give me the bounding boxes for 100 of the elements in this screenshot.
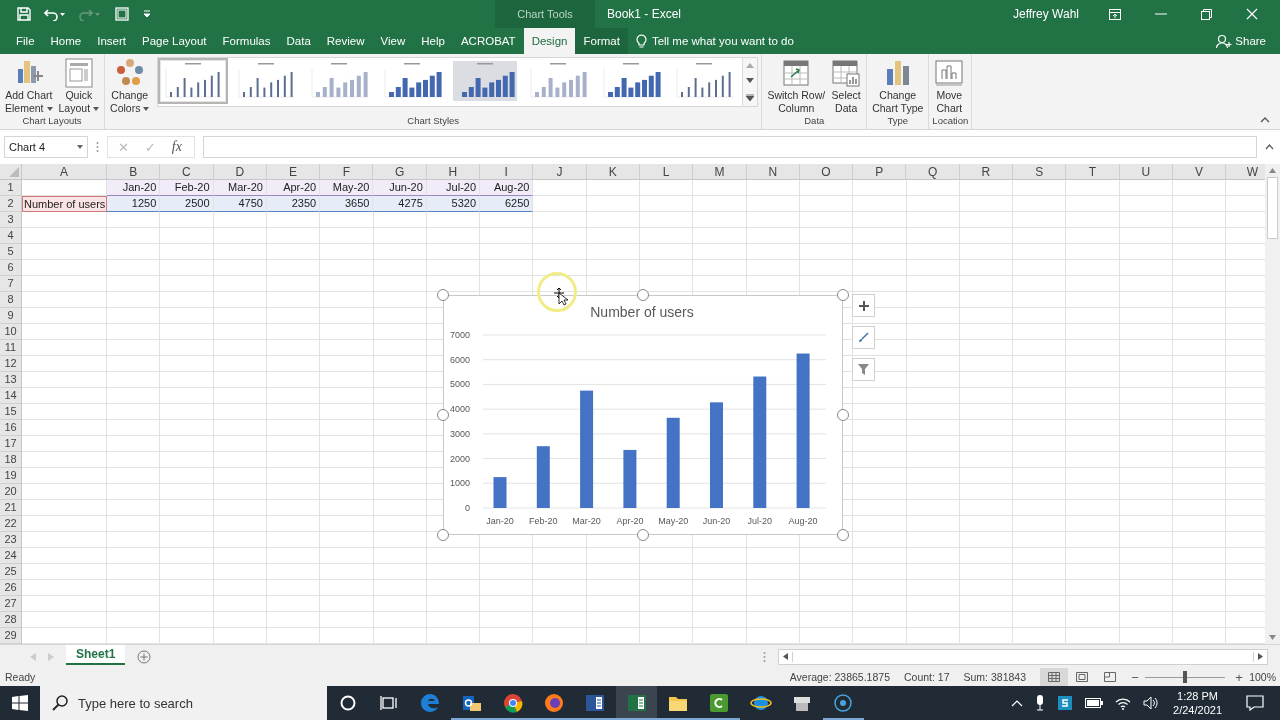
column-header[interactable]: H: [426, 164, 481, 180]
resize-handle[interactable]: [437, 529, 449, 541]
row-header[interactable]: 14: [0, 388, 22, 404]
resize-handle[interactable]: [837, 289, 849, 301]
ribbon-button[interactable]: Select Data: [829, 57, 864, 115]
column-header[interactable]: O: [799, 164, 854, 180]
tell-me-field[interactable]: Tell me what you want to do: [635, 28, 794, 54]
row-header[interactable]: 13: [0, 372, 22, 388]
bar[interactable]: [753, 376, 767, 508]
column-header[interactable]: S: [1013, 164, 1067, 180]
scroll-right-icon[interactable]: [1258, 653, 1263, 660]
ribbon-tab[interactable]: View: [372, 28, 414, 54]
row-header[interactable]: 15: [0, 404, 22, 420]
taskbar-app[interactable]: [616, 686, 658, 720]
bar[interactable]: [623, 449, 637, 508]
column-header[interactable]: L: [639, 164, 694, 180]
ribbon-button[interactable]: Change Chart Type: [870, 57, 926, 115]
chevron-up-icon[interactable]: [1011, 699, 1024, 707]
row-header[interactable]: 3: [0, 212, 22, 228]
bar[interactable]: [580, 390, 594, 508]
chart-area[interactable]: Number of users 0 1000 2000 3000 4000 5000 6000 7000 Jan-20 Feb-20 Mar-20 Apr-20 May-20 Jun-20 Jul-20 Aug-20: [443, 295, 843, 535]
close-icon[interactable]: [1246, 8, 1258, 20]
ribbon-button[interactable]: Quick Layout: [56, 57, 102, 115]
column-header[interactable]: F: [320, 164, 374, 180]
column-header[interactable]: D: [213, 164, 267, 180]
restore-icon[interactable]: [1201, 8, 1212, 20]
notification-icon[interactable]: [1246, 695, 1264, 711]
drag-handle-icon[interactable]: [763, 650, 766, 663]
column-header[interactable]: C: [160, 164, 214, 180]
column-header[interactable]: Q: [906, 164, 960, 180]
row-header[interactable]: 7: [0, 276, 22, 292]
scroll-down-icon[interactable]: [746, 78, 755, 84]
row-header[interactable]: 6: [0, 260, 22, 276]
search-field[interactable]: Type here to search: [40, 686, 327, 720]
ribbon-display-icon[interactable]: [1109, 8, 1121, 20]
row-header[interactable]: 8: [0, 292, 22, 308]
ribbon-button[interactable]: Add Chart Element: [3, 57, 55, 115]
drag-handle-icon[interactable]: [96, 141, 99, 153]
row-header[interactable]: 19: [0, 468, 22, 484]
resize-handle[interactable]: [637, 289, 649, 301]
save-icon[interactable]: [17, 7, 31, 21]
undo-icon[interactable]: [44, 7, 66, 21]
chart-elements-button[interactable]: [852, 294, 875, 317]
row-header[interactable]: 21: [0, 500, 22, 516]
column-header[interactable]: I: [480, 164, 534, 180]
ribbon-tab[interactable]: ACROBAT: [452, 28, 524, 54]
ribbon-tab[interactable]: Page Layout: [134, 28, 215, 54]
clock-time[interactable]: 1:28 PM: [1177, 689, 1218, 703]
sheet-tab[interactable]: Sheet1: [66, 644, 126, 665]
row-header[interactable]: 20: [0, 484, 22, 500]
share-button[interactable]: Share: [1216, 28, 1266, 54]
zoom-in-button[interactable]: +: [1232, 669, 1246, 685]
resize-handle[interactable]: [437, 409, 449, 421]
ribbon-button[interactable]: Switch Row/ Column: [765, 57, 828, 115]
row-header[interactable]: 1: [0, 180, 22, 196]
volume-icon[interactable]: [1143, 696, 1160, 710]
row-header[interactable]: 23: [0, 532, 22, 548]
column-header[interactable]: U: [1119, 164, 1173, 180]
row-header[interactable]: 18: [0, 452, 22, 468]
insert-function-button[interactable]: fx: [171, 139, 182, 155]
ribbon-button[interactable]: Change Colors: [108, 57, 152, 115]
row-header[interactable]: 27: [0, 596, 22, 612]
ribbon-button[interactable]: Move Chart: [932, 57, 967, 115]
wifi-icon[interactable]: [1115, 696, 1132, 710]
bar[interactable]: [666, 417, 680, 508]
ribbon-tab[interactable]: Insert: [89, 28, 134, 54]
scroll-down-icon[interactable]: [1269, 635, 1276, 640]
zoom-level[interactable]: 100%: [1246, 671, 1276, 683]
row-header[interactable]: 28: [0, 612, 22, 628]
chart-style-option[interactable]: [158, 58, 229, 104]
column-header[interactable]: A: [22, 164, 107, 180]
ribbon-tab[interactable]: Design: [523, 28, 576, 54]
app-tray-icon[interactable]: [1057, 695, 1074, 711]
row-header[interactable]: 11: [0, 340, 22, 356]
scroll-left-icon[interactable]: [783, 653, 788, 660]
horizontal-scrollbar[interactable]: [778, 648, 1268, 665]
column-header[interactable]: B: [107, 164, 161, 180]
add-sheet-icon[interactable]: [137, 649, 152, 664]
microphone-icon[interactable]: [1035, 695, 1046, 711]
column-header[interactable]: E: [266, 164, 321, 180]
row-header[interactable]: 12: [0, 356, 22, 372]
column-header[interactable]: J: [533, 164, 587, 180]
column-header[interactable]: W: [1226, 164, 1265, 180]
ribbon-tab[interactable]: Help: [413, 28, 453, 54]
ribbon-tab[interactable]: File: [8, 28, 43, 54]
name-box[interactable]: Chart 4: [4, 136, 88, 158]
resize-handle[interactable]: [437, 289, 449, 301]
ribbon-tab[interactable]: Data: [278, 28, 319, 54]
ribbon-tab[interactable]: Home: [42, 28, 90, 54]
frame-icon[interactable]: [114, 7, 130, 21]
column-header[interactable]: T: [1066, 164, 1120, 180]
clock-date[interactable]: 2/24/2021: [1173, 703, 1222, 717]
row-header[interactable]: 26: [0, 580, 22, 596]
row-header[interactable]: 17: [0, 436, 22, 452]
row-header[interactable]: 5: [0, 244, 22, 260]
bar[interactable]: [796, 353, 810, 508]
zoom-out-button[interactable]: −: [1128, 669, 1142, 685]
expand-icon[interactable]: [1265, 144, 1274, 150]
column-header[interactable]: N: [746, 164, 800, 180]
bar[interactable]: [536, 446, 550, 508]
